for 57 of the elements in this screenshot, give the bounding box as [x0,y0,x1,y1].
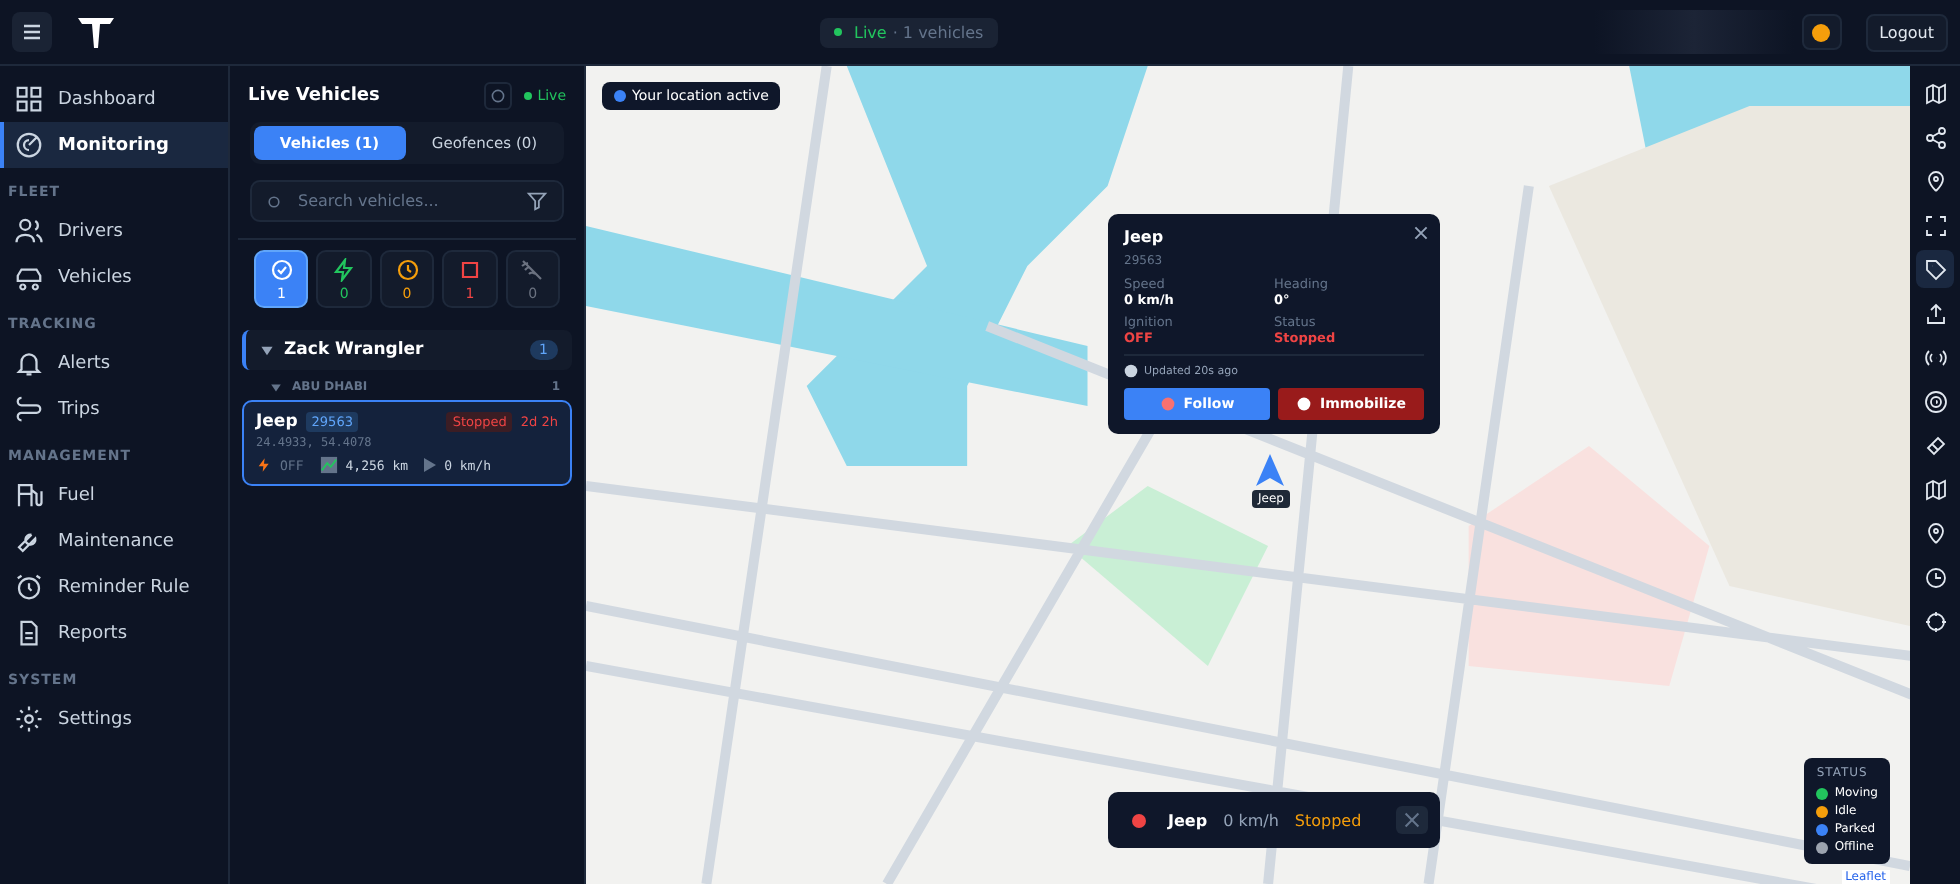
nav-item[interactable]: Trips [0,386,228,432]
map-icon [1923,81,1947,105]
nav-item[interactable]: Alerts [0,340,228,386]
logout-button[interactable]: Logout [1865,13,1948,51]
nav-item[interactable]: Drivers [0,208,228,254]
filter-icon[interactable] [526,190,548,212]
car-icon [14,262,44,292]
nav-item[interactable]: Monitoring [0,122,228,168]
fullscreen-icon [1923,213,1947,237]
ruler-icon [1923,433,1947,457]
nav-item[interactable]: Dashboard [0,76,228,122]
close-icon[interactable] [1414,226,1428,240]
caret-icon [270,381,282,393]
people-icon [14,216,44,246]
nav-item[interactable]: Settings [0,696,228,742]
menu-icon [20,20,44,44]
menu-button[interactable] [12,12,52,52]
play-icon [424,458,437,472]
nav-item[interactable]: Reports [0,610,228,656]
nav-item[interactable]: Vehicles [0,254,228,300]
alarm-clock-icon [14,572,44,602]
grid-icon [14,84,44,114]
location-pin-icon [1923,169,1947,193]
settings-icon [14,704,44,734]
fuel-pump-icon [14,480,44,510]
document-icon [14,618,44,648]
map-icon [1923,477,1947,501]
nav-item[interactable]: Reminder Rule [0,564,228,610]
settings-button[interactable] [483,82,512,110]
share-icon [1923,125,1947,149]
panel-title: Live Vehicles [248,86,382,106]
upload-icon [1923,301,1947,325]
search-input[interactable]: Search vehicles... [294,190,514,212]
live-status-badge: Live · 1 vehicles [820,17,998,47]
odometer-icon [319,456,338,474]
logo-icon [76,14,116,50]
vehicle-status-bar: Jeep 0 km/h Stopped [1108,792,1440,848]
bolt-icon [256,456,272,474]
vehicle-arrow-icon[interactable] [1256,454,1285,486]
theme-toggle-button[interactable] [1801,14,1842,50]
circle-icon [489,88,506,104]
vehicle-name: Jeep [256,412,298,432]
bell-icon [14,348,44,378]
caret-icon [260,343,274,357]
crosshair-icon [1923,609,1947,633]
search-field[interactable]: Search vehicles... [250,180,564,222]
close-button[interactable] [1396,806,1428,834]
popup-title: Jeep [1124,228,1166,246]
nav-item[interactable]: Maintenance [0,518,228,564]
signal-icon [1923,345,1947,369]
close-icon [1404,812,1420,828]
location-pin-icon [1923,521,1947,545]
tag-icon [1923,257,1947,281]
map-tool-button[interactable] [1916,250,1954,288]
nav-item[interactable]: Fuel [0,472,228,518]
gauge-icon [14,130,44,160]
route-icon [14,394,44,424]
